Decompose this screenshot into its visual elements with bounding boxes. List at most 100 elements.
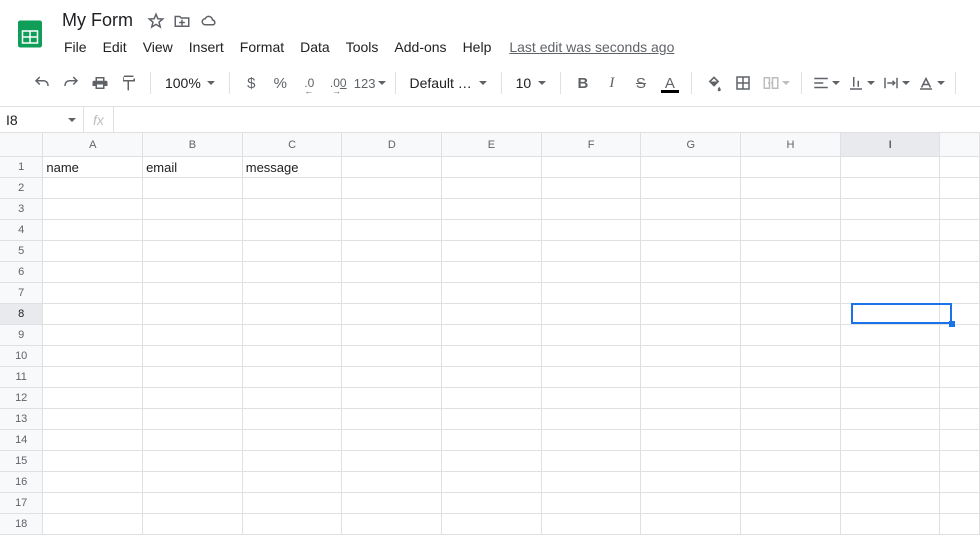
- cell-A18[interactable]: [43, 514, 143, 535]
- paint-format-button[interactable]: [115, 70, 142, 96]
- cell-D8[interactable]: [342, 304, 442, 325]
- name-box[interactable]: I8: [0, 107, 60, 132]
- cell-A10[interactable]: [43, 346, 143, 367]
- cell-D3[interactable]: [342, 199, 442, 220]
- cell-E4[interactable]: [442, 220, 542, 241]
- row-header-16[interactable]: 16: [0, 472, 43, 493]
- col-header-C[interactable]: C: [243, 133, 343, 157]
- row-header-18[interactable]: 18: [0, 514, 43, 535]
- italic-button[interactable]: I: [598, 70, 625, 96]
- cell-J1[interactable]: [940, 157, 980, 178]
- cell-D15[interactable]: [342, 451, 442, 472]
- cell-F6[interactable]: [542, 262, 642, 283]
- cell-E14[interactable]: [442, 430, 542, 451]
- col-header-J[interactable]: [940, 133, 979, 157]
- cell-F1[interactable]: [542, 157, 642, 178]
- menu-format[interactable]: Format: [232, 35, 292, 59]
- cell-E5[interactable]: [442, 241, 542, 262]
- strikethrough-button[interactable]: S: [627, 70, 654, 96]
- cell-C13[interactable]: [243, 409, 343, 430]
- undo-button[interactable]: [28, 70, 55, 96]
- cell-C3[interactable]: [243, 199, 343, 220]
- cell-I13[interactable]: [841, 409, 941, 430]
- cell-F13[interactable]: [542, 409, 642, 430]
- cell-H7[interactable]: [741, 283, 841, 304]
- menu-edit[interactable]: Edit: [95, 35, 135, 59]
- cell-B13[interactable]: [143, 409, 243, 430]
- cell-G18[interactable]: [641, 514, 741, 535]
- bold-button[interactable]: B: [569, 70, 596, 96]
- cell-B2[interactable]: [143, 178, 243, 199]
- cell-A17[interactable]: [43, 493, 143, 514]
- cell-B1[interactable]: email: [143, 157, 243, 178]
- cell-B9[interactable]: [143, 325, 243, 346]
- cell-I12[interactable]: [841, 388, 941, 409]
- row-header-17[interactable]: 17: [0, 493, 43, 514]
- cell-B4[interactable]: [143, 220, 243, 241]
- cell-B3[interactable]: [143, 199, 243, 220]
- cell-G13[interactable]: [641, 409, 741, 430]
- cell-F11[interactable]: [542, 367, 642, 388]
- col-header-D[interactable]: D: [342, 133, 442, 157]
- menu-view[interactable]: View: [135, 35, 181, 59]
- cell-J6[interactable]: [940, 262, 980, 283]
- sheets-logo[interactable]: [10, 8, 50, 60]
- cell-F7[interactable]: [542, 283, 642, 304]
- cell-H15[interactable]: [741, 451, 841, 472]
- cell-C2[interactable]: [243, 178, 343, 199]
- cell-J8[interactable]: [940, 304, 980, 325]
- cell-A9[interactable]: [43, 325, 143, 346]
- cell-I15[interactable]: [841, 451, 941, 472]
- cell-D4[interactable]: [342, 220, 442, 241]
- cell-B5[interactable]: [143, 241, 243, 262]
- cell-F5[interactable]: [542, 241, 642, 262]
- cell-B8[interactable]: [143, 304, 243, 325]
- cell-G6[interactable]: [641, 262, 741, 283]
- cell-B16[interactable]: [143, 472, 243, 493]
- col-header-I[interactable]: I: [841, 133, 941, 157]
- col-header-B[interactable]: B: [143, 133, 243, 157]
- cell-C14[interactable]: [243, 430, 343, 451]
- cell-A8[interactable]: [43, 304, 143, 325]
- cell-C4[interactable]: [243, 220, 343, 241]
- cell-J5[interactable]: [940, 241, 980, 262]
- cell-J17[interactable]: [940, 493, 980, 514]
- cell-F8[interactable]: [542, 304, 642, 325]
- cell-J18[interactable]: [940, 514, 980, 535]
- menu-file[interactable]: File: [56, 35, 95, 59]
- cell-D9[interactable]: [342, 325, 442, 346]
- vertical-align-button[interactable]: [845, 70, 878, 96]
- cell-F9[interactable]: [542, 325, 642, 346]
- cell-B18[interactable]: [143, 514, 243, 535]
- cell-F4[interactable]: [542, 220, 642, 241]
- fill-color-button[interactable]: [700, 70, 727, 96]
- select-all-corner[interactable]: [0, 133, 43, 157]
- cell-I11[interactable]: [841, 367, 941, 388]
- row-header-2[interactable]: 2: [0, 178, 43, 199]
- row-header-15[interactable]: 15: [0, 451, 43, 472]
- cell-H3[interactable]: [741, 199, 841, 220]
- cell-I5[interactable]: [841, 241, 941, 262]
- cell-B11[interactable]: [143, 367, 243, 388]
- cell-I3[interactable]: [841, 199, 941, 220]
- cell-G9[interactable]: [641, 325, 741, 346]
- row-header-4[interactable]: 4: [0, 220, 43, 241]
- cell-H10[interactable]: [741, 346, 841, 367]
- font-select[interactable]: Default (Ari...: [404, 75, 493, 91]
- cell-F12[interactable]: [542, 388, 642, 409]
- cell-E10[interactable]: [442, 346, 542, 367]
- cell-G16[interactable]: [641, 472, 741, 493]
- cell-H8[interactable]: [741, 304, 841, 325]
- cell-J2[interactable]: [940, 178, 980, 199]
- increase-decimal-button[interactable]: .00→: [325, 70, 352, 96]
- cell-I7[interactable]: [841, 283, 941, 304]
- cell-E7[interactable]: [442, 283, 542, 304]
- formula-input[interactable]: [114, 107, 980, 132]
- cell-G3[interactable]: [641, 199, 741, 220]
- cell-A16[interactable]: [43, 472, 143, 493]
- cell-H18[interactable]: [741, 514, 841, 535]
- cell-B17[interactable]: [143, 493, 243, 514]
- decrease-decimal-button[interactable]: .0←: [296, 70, 323, 96]
- cell-C15[interactable]: [243, 451, 343, 472]
- row-header-3[interactable]: 3: [0, 199, 43, 220]
